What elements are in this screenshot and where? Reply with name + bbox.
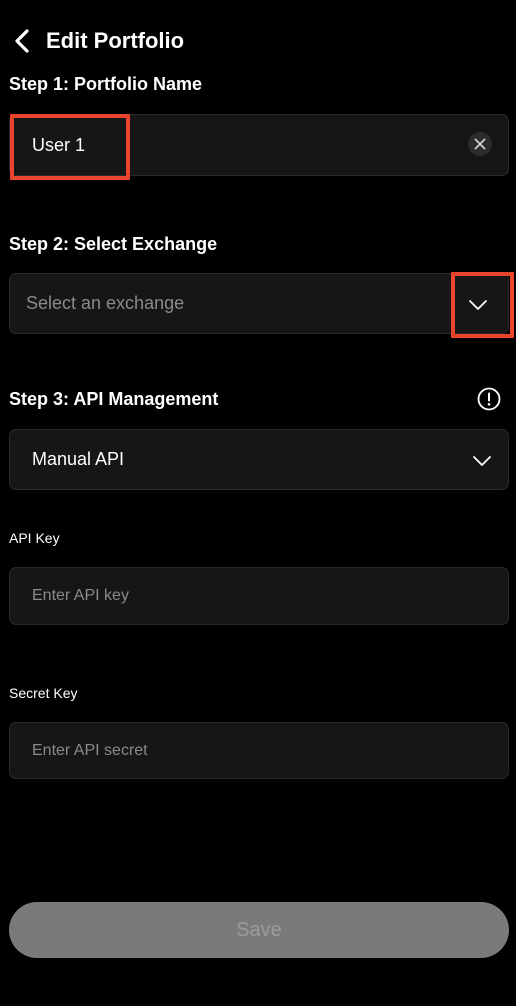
api-management-dropdown-button[interactable] xyxy=(464,430,500,491)
secret-key-label: Secret Key xyxy=(9,685,78,701)
step3-label: Step 3: API Management xyxy=(9,389,219,409)
api-key-field[interactable] xyxy=(9,567,509,625)
header: Edit Portfolio xyxy=(14,26,184,56)
api-key-label: API Key xyxy=(9,530,60,546)
chevron-down-icon xyxy=(469,299,487,310)
clear-name-button[interactable] xyxy=(468,132,492,156)
portfolio-name-field[interactable]: User 1 xyxy=(9,114,509,176)
chevron-down-icon xyxy=(473,455,491,466)
edit-portfolio-screen: Edit Portfolio Step 1: Portfolio Name Us… xyxy=(0,0,516,1006)
step2-label: Step 2: Select Exchange xyxy=(9,234,218,254)
secret-key-field[interactable] xyxy=(9,722,509,779)
exchange-placeholder: Select an exchange xyxy=(26,293,185,313)
save-button[interactable]: Save xyxy=(9,902,509,958)
info-circle-icon[interactable] xyxy=(477,387,501,411)
close-circle-icon xyxy=(474,138,486,150)
api-management-value: Manual API xyxy=(32,449,125,469)
secret-key-input[interactable] xyxy=(10,723,508,778)
exchange-select[interactable]: Select an exchange xyxy=(9,273,509,334)
api-management-select[interactable]: Manual API xyxy=(9,429,509,490)
api-key-input[interactable] xyxy=(10,568,508,624)
chevron-left-icon xyxy=(15,29,29,53)
portfolio-name-value[interactable]: User 1 xyxy=(32,135,85,156)
step1-label: Step 1: Portfolio Name xyxy=(9,74,203,94)
back-button[interactable] xyxy=(14,26,40,56)
page-title: Edit Portfolio xyxy=(46,28,185,53)
exchange-dropdown-button[interactable] xyxy=(448,274,508,335)
